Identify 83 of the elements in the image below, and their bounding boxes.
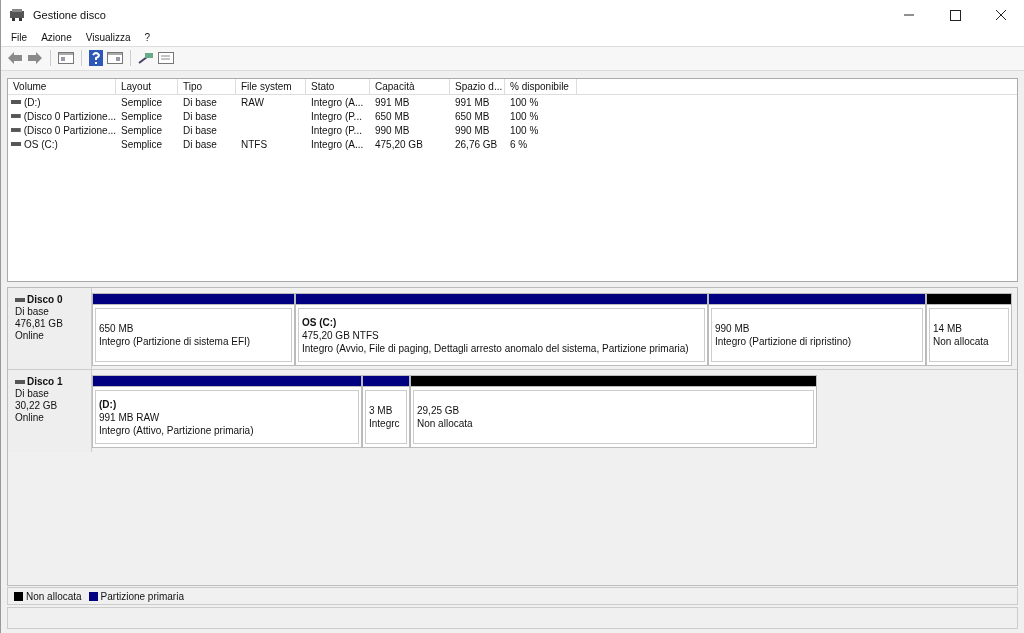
console-tree-icon[interactable] [58, 51, 74, 66]
partition-status: Integro (Avvio, File di paging, Dettagli arresto anomalo del sistema, Partizione primaria) [302, 341, 690, 355]
table-cell: (Disco 0 Partizione... [23, 110, 116, 122]
partition-size: 475,20 GB NTFS [302, 328, 380, 342]
window-title: Gestione disco [33, 8, 107, 21]
table-cell: 991 MB [375, 96, 410, 108]
partition-status: Non allocata [417, 417, 474, 431]
table-cell: NTFS [241, 138, 268, 150]
partition-status: Integro (Attivo, Partizione primaria) [99, 423, 255, 437]
help-icon[interactable] [89, 50, 103, 67]
partition-status: Integrc [369, 417, 401, 431]
table-cell: 990 MB [375, 124, 410, 136]
partition-card[interactable]: (D:) 991 MB RAW Integro (Attivo, Partizione primaria) [95, 390, 359, 445]
table-cell: 990 MB [455, 124, 490, 136]
table-cell: Integro (P... [311, 110, 362, 122]
table-cell: (D:) [24, 96, 41, 108]
column-header[interactable]: Spazio d... [450, 79, 505, 95]
table-cell: Semplice [121, 96, 163, 108]
table-cell: Semplice [121, 110, 163, 122]
disk-status: Online [15, 412, 45, 424]
table-cell: RAW [241, 96, 264, 108]
partition-size: 990 MB [715, 322, 751, 336]
table-cell: (Disco 0 Partizione... [23, 124, 116, 136]
disk-type: Di base [15, 306, 50, 318]
table-cell: 650 MB [375, 110, 410, 122]
legend-label: Partizione primaria [100, 590, 184, 602]
partition-size: 29,25 GB [417, 404, 461, 418]
column-header[interactable]: Layout [116, 79, 178, 95]
disk-name: Disco 1 [27, 376, 63, 388]
table-cell: 475,20 GB [375, 138, 423, 150]
partition-label: OS (C:) [302, 315, 338, 329]
partition-size: 650 MB [99, 322, 135, 336]
disk-name: Disco 0 [27, 294, 63, 306]
legend-label: Non allocata [26, 590, 82, 602]
disk-management-icon [9, 7, 25, 22]
table-cell: Semplice [121, 138, 163, 150]
partition-status: Integro (Partizione di sistema EFI) [99, 335, 252, 349]
table-cell: Integro (P... [311, 124, 362, 136]
partition-card[interactable]: 3 MB Integrc [365, 390, 407, 445]
partition-card[interactable]: 14 MB Non allocata [929, 308, 1009, 363]
table-cell: 26,76 GB [455, 138, 498, 150]
partition-card[interactable]: OS (C:) 475,20 GB NTFS Integro (Avvio, File di paging, Dettagli arresto anomalo del sistema, Partizione primaria) [298, 308, 705, 363]
column-header[interactable]: Stato [306, 79, 370, 95]
menu-item[interactable]: Azione [41, 32, 72, 44]
column-header[interactable]: % disponibile [505, 79, 577, 95]
disk-status: Online [15, 330, 45, 342]
table-cell: Di base [183, 110, 217, 122]
back-arrow-icon[interactable] [7, 51, 23, 66]
column-header[interactable]: Tipo [178, 79, 236, 95]
partition-status: Integro (Partizione di ripristino) [715, 335, 853, 349]
table-cell: 100 % [510, 96, 539, 108]
table-cell: 100 % [510, 124, 539, 136]
partition-card[interactable]: 29,25 GB Non allocata [413, 390, 814, 445]
table-cell: 650 MB [455, 110, 490, 122]
partition-status: Non allocata [933, 335, 990, 349]
partition-label: (D:) [99, 397, 118, 411]
partition-size: 991 MB RAW [99, 410, 161, 424]
menu-item[interactable]: File [11, 32, 28, 44]
table-cell: Di base [183, 138, 217, 150]
table-cell: 991 MB [455, 96, 490, 108]
column-header[interactable]: File system [236, 79, 306, 95]
forward-arrow-icon[interactable] [27, 51, 43, 66]
column-header[interactable]: Volume [8, 79, 116, 95]
table-cell: Di base [183, 96, 217, 108]
table-cell: Integro (A... [311, 138, 364, 150]
panel-icon[interactable] [107, 51, 123, 66]
partition-size: 3 MB [369, 404, 394, 418]
table-cell: 100 % [510, 110, 539, 122]
partition-size: 14 MB [933, 322, 963, 336]
disk-size: 30,22 GB [15, 400, 59, 412]
table-cell: OS (C:) [24, 138, 58, 150]
disk-type: Di base [15, 388, 50, 400]
column-header[interactable]: Capacità [370, 79, 450, 95]
partition-card[interactable]: 650 MB Integro (Partizione di sistema EFI) [95, 308, 292, 363]
table-cell: Integro (A... [311, 96, 364, 108]
menu-item[interactable]: Visualizza [85, 32, 131, 44]
table-cell: 6 % [510, 138, 528, 150]
list-icon[interactable] [158, 51, 174, 66]
table-cell: Semplice [121, 124, 163, 136]
table-cell: Di base [183, 124, 217, 136]
menu-item[interactable]: ? [144, 32, 151, 44]
disk-size: 476,81 GB [15, 318, 64, 330]
partition-card[interactable]: 990 MB Integro (Partizione di ripristino) [711, 308, 923, 363]
